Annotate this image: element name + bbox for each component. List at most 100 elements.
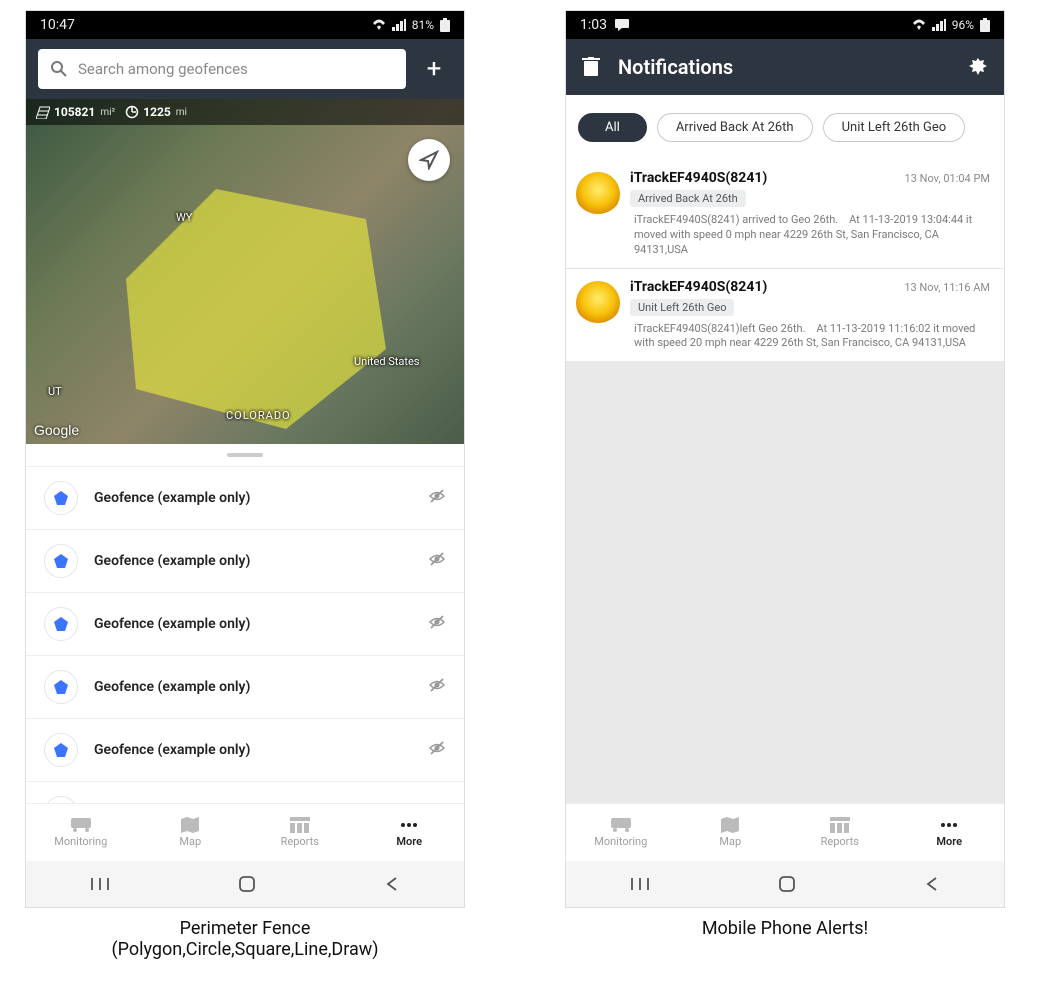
home-button[interactable] <box>778 875 796 893</box>
phone-geofence: 10:47 81% Search among geofences + 10582… <box>25 10 465 908</box>
nav-map[interactable]: Map <box>136 804 246 861</box>
map-label-co: COLORADO <box>226 409 291 422</box>
geofence-shape-icon <box>44 544 78 578</box>
geofence-name: Geofence (example only) <box>94 742 412 758</box>
recents-button[interactable] <box>630 876 650 892</box>
unit-name: iTrackEF4940S(8241) <box>630 279 767 295</box>
geofence-shape-icon <box>44 607 78 641</box>
nav-more[interactable]: More <box>895 804 1005 861</box>
wifi-icon <box>912 19 926 31</box>
geofence-row[interactable]: Geofence (example only) <box>26 592 464 655</box>
geofence-row[interactable]: Geofence (example only) <box>26 781 464 803</box>
recents-button[interactable] <box>90 876 110 892</box>
perimeter-unit: mi <box>176 107 187 118</box>
system-nav <box>566 861 1004 907</box>
geofence-row[interactable]: Geofence (example only) <box>26 655 464 718</box>
more-icon <box>939 817 959 833</box>
home-button[interactable] <box>238 875 256 893</box>
trash-icon[interactable] <box>582 57 600 77</box>
map-stats-bar: 105821 mi² 1225 mi <box>26 99 464 125</box>
event-tag: Unit Left 26th Geo <box>630 299 734 316</box>
back-button[interactable] <box>924 876 940 892</box>
geofence-polygon[interactable] <box>86 159 416 439</box>
geofence-shape-icon <box>44 670 78 704</box>
geofence-name: Geofence (example only) <box>94 553 412 569</box>
nav-label: Reports <box>821 835 859 848</box>
search-placeholder: Search among geofences <box>78 60 248 78</box>
perimeter-value: 1225 <box>143 105 171 119</box>
filter-chip-arrived[interactable]: Arrived Back At 26th <box>657 113 813 142</box>
visibility-toggle[interactable] <box>428 487 446 509</box>
visibility-toggle[interactable] <box>428 676 446 698</box>
location-arrow-icon <box>419 150 439 170</box>
geofence-row[interactable]: Geofence (example only) <box>26 718 464 781</box>
locate-me-button[interactable] <box>408 139 450 181</box>
notif-timestamp: 13 Nov, 01:04 PM <box>905 170 990 185</box>
filter-chip-all[interactable]: All <box>578 113 647 142</box>
notification-item[interactable]: iTrackEF4940S(8241) 13 Nov, 11:16 AM Uni… <box>566 269 1004 362</box>
unit-name: iTrackEF4940S(8241) <box>630 170 767 186</box>
nav-label: More <box>396 835 422 848</box>
caption-left: Perimeter Fence (Polygon,Circle,Square,L… <box>25 908 465 960</box>
map-icon <box>720 817 740 833</box>
gear-icon[interactable] <box>968 57 988 77</box>
visibility-toggle[interactable] <box>428 739 446 761</box>
message-icon <box>615 19 629 31</box>
bus-icon <box>70 817 92 833</box>
status-bar: 1:03 96% <box>566 11 1004 39</box>
visibility-toggle[interactable] <box>428 550 446 572</box>
filter-chips: All Arrived Back At 26th Unit Left 26th … <box>566 95 1004 160</box>
event-description: iTrackEF4940S(8241)left Geo 26th. At 11-… <box>630 322 990 352</box>
status-time: 10:47 <box>40 17 75 33</box>
sheet-drag-handle[interactable] <box>26 444 464 466</box>
event-tag: Arrived Back At 26th <box>630 190 746 207</box>
geofence-name: Geofence (example only) <box>94 490 412 506</box>
area-unit: mi² <box>100 107 115 118</box>
add-geofence-button[interactable]: + <box>416 49 452 89</box>
bus-icon <box>610 817 632 833</box>
map-label-ut: UT <box>48 385 62 398</box>
nav-reports[interactable]: Reports <box>785 804 895 861</box>
map-view[interactable]: 105821 mi² 1225 mi WY United States COLO… <box>26 99 464 444</box>
wifi-icon <box>372 19 386 31</box>
status-bar: 10:47 81% <box>26 11 464 39</box>
phone-notifications: 1:03 96% Notifications All Arrived Back … <box>565 10 1005 908</box>
vehicle-avatar <box>576 172 620 216</box>
notif-timestamp: 13 Nov, 11:16 AM <box>904 279 990 294</box>
search-icon <box>50 60 68 78</box>
notification-item[interactable]: iTrackEF4940S(8241) 13 Nov, 01:04 PM Arr… <box>566 160 1004 269</box>
nav-monitoring[interactable]: Monitoring <box>566 804 676 861</box>
geofence-row[interactable]: Geofence (example only) <box>26 466 464 529</box>
geofence-shape-icon <box>44 481 78 515</box>
perimeter-icon <box>125 105 139 119</box>
nav-label: Map <box>719 835 741 848</box>
nav-monitoring[interactable]: Monitoring <box>26 804 136 861</box>
status-time: 1:03 <box>580 17 607 33</box>
geofence-name: Geofence (example only) <box>94 679 412 695</box>
caption-text: Perimeter Fence <box>25 918 465 939</box>
nav-map[interactable]: Map <box>676 804 786 861</box>
search-input[interactable]: Search among geofences <box>38 49 406 89</box>
event-description: iTrackEF4940S(8241) arrived to Geo 26th.… <box>630 213 990 258</box>
map-label-wy: WY <box>176 211 192 224</box>
notification-list[interactable]: iTrackEF4940S(8241) 13 Nov, 01:04 PM Arr… <box>566 160 1004 803</box>
vehicle-avatar <box>576 281 620 325</box>
nav-label: More <box>936 835 962 848</box>
battery-percent: 96% <box>952 18 974 32</box>
geofence-row[interactable]: Geofence (example only) <box>26 529 464 592</box>
status-indicators: 81% <box>372 18 450 32</box>
geofence-list[interactable]: Geofence (example only) Geofence (exampl… <box>26 466 464 803</box>
system-nav <box>26 861 464 907</box>
filter-chip-left[interactable]: Unit Left 26th Geo <box>823 113 966 142</box>
google-attribution: Google <box>34 422 79 438</box>
nav-more[interactable]: More <box>355 804 465 861</box>
status-indicators: 96% <box>912 18 990 32</box>
status-left: 1:03 <box>580 17 629 33</box>
nav-reports[interactable]: Reports <box>245 804 355 861</box>
more-icon <box>399 817 419 833</box>
caption-right: Mobile Phone Alerts! <box>565 908 1005 960</box>
back-button[interactable] <box>384 876 400 892</box>
geofence-name: Geofence (example only) <box>94 616 412 632</box>
battery-icon <box>440 18 450 32</box>
visibility-toggle[interactable] <box>428 613 446 635</box>
